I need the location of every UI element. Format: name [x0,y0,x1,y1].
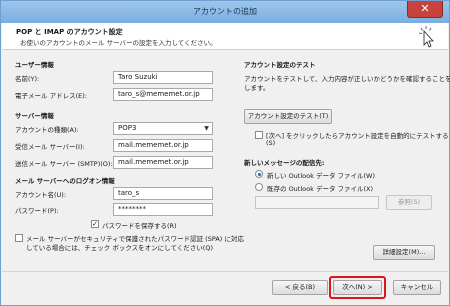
login-info-heading: メール サーバーへのログオン情報 [15,177,115,185]
chevron-down-icon: ▼ [204,125,209,132]
window-title: アカウントの追加 [193,7,257,16]
back-button[interactable]: < 戻る(B) [272,280,328,295]
save-password-label: パスワードを保存する(R) [102,222,177,230]
header-title: POP と IMAP のアカウント設定 [16,28,123,36]
name-field[interactable]: Taro Suzuki [113,71,213,84]
add-account-dialog: アカウントの追加 ✕ POP と IMAP のアカウント設定 お使いのアカウント… [0,0,450,306]
password-label: パスワード(P): [15,207,59,215]
delivery-heading: 新しいメッセージの配信先: [244,159,325,167]
title-bar[interactable]: アカウントの追加 ✕ [1,1,449,23]
auto-test-label-line1: [次へ] をクリックしたらアカウント設定を自動的にテストする [266,132,449,140]
test-description-line1: アカウントをテストして、入力内容が正しいかどうかを確認することをお勧め [244,75,450,83]
incoming-server-label: 受信メール サーバー(I): [15,143,85,151]
outgoing-server-label: 送信メール サーバー (SMTP)(O): [15,160,113,168]
header-subtitle: お使いのアカウントのメール サーバーの設定を入力してください。 [20,39,217,47]
email-label: 電子メール アドレス(E): [15,92,87,100]
new-data-file-label: 新しい Outlook データ ファイル(W) [267,172,376,180]
outgoing-server-field[interactable]: mail.mememet.or.jp [113,156,213,169]
existing-data-file-radio[interactable] [255,183,263,191]
auto-test-label-line2: (S) [266,139,276,147]
footer-divider [2,271,448,272]
account-type-value: POP3 [118,124,137,132]
account-type-select[interactable]: POP3 ▼ [113,122,213,135]
close-button[interactable]: ✕ [407,1,443,18]
new-data-file-radio[interactable] [255,170,263,178]
user-info-heading: ユーザー情報 [15,61,54,69]
account-name-field[interactable]: taro_s [113,187,213,200]
password-field[interactable]: ******** [113,203,213,216]
dialog-header: POP と IMAP のアカウント設定 お使いのアカウントのメール サーバーの設… [2,23,448,50]
account-type-label: アカウントの種類(A): [15,126,79,134]
server-info-heading: サーバー情報 [15,112,54,120]
test-heading: アカウント設定のテスト [244,61,316,69]
name-label: 名前(Y): [15,75,40,83]
auto-test-checkbox[interactable] [255,131,263,139]
browse-button[interactable]: 参照(S) [386,195,432,210]
existing-data-file-path-field[interactable] [255,196,379,209]
test-account-settings-button[interactable]: アカウント設定のテスト(T) [244,109,332,124]
account-name-label: アカウント名(U): [15,191,67,199]
next-button-highlight [329,276,386,299]
incoming-server-field[interactable]: mail.mememet.or.jp [113,139,213,152]
test-description-line2: します。 [244,84,270,92]
spa-label-line2: している場合には、チェック ボックスをオンにしてください(Q) [26,244,213,252]
cursor-click-icon [418,26,434,48]
existing-data-file-label: 既存の Outlook データ ファイル(X) [267,185,374,193]
spa-checkbox[interactable] [15,234,23,242]
email-field[interactable]: taro_s@mememet.or.jp [113,88,213,101]
save-password-checkbox[interactable]: ✓ [91,220,99,228]
more-settings-button[interactable]: 詳細設定(M)... [373,245,435,260]
cancel-button[interactable]: キャンセル [393,280,441,295]
